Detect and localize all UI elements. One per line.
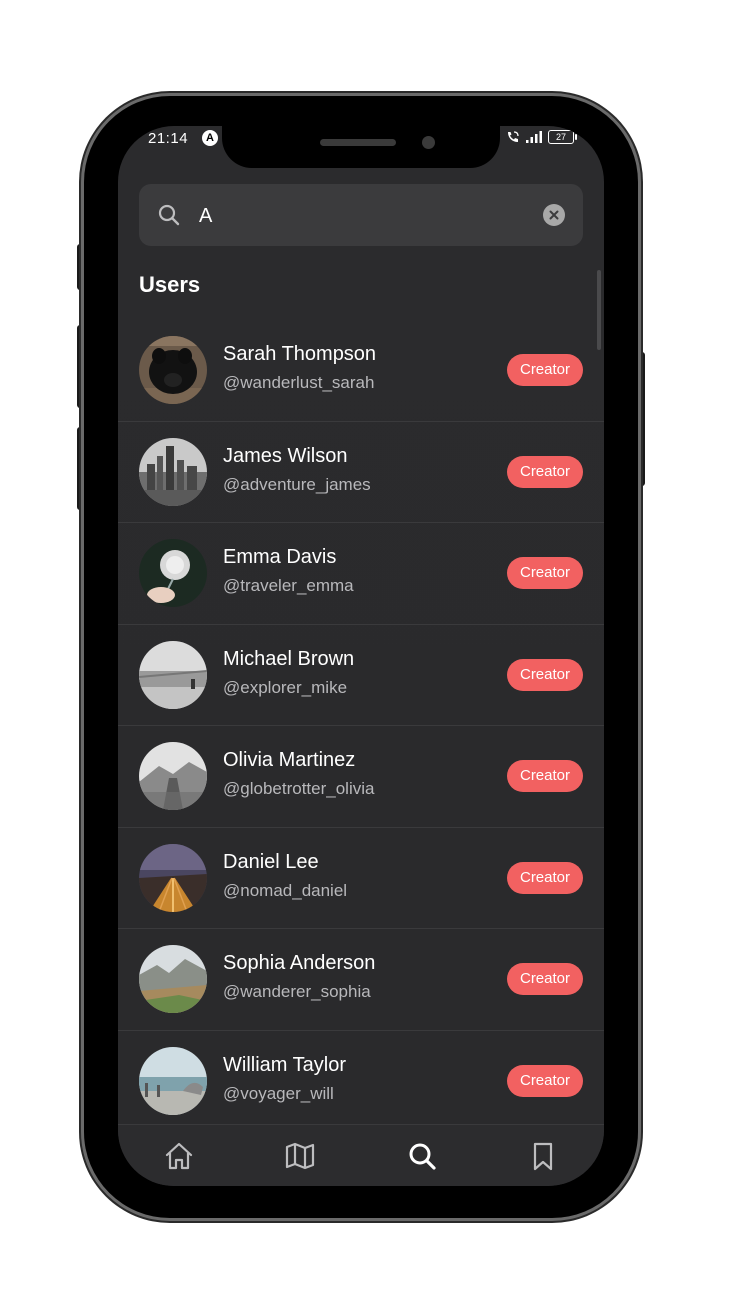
screen: 21:14 A 27 A Users Sarah Thompson @wande… [118, 126, 604, 1186]
avatar [139, 1046, 207, 1115]
user-name: James Wilson [223, 444, 348, 467]
user-name: Michael Brown [223, 647, 355, 670]
stage: 21:14 A 27 A Users Sarah Thompson @wande… [0, 0, 739, 1314]
close-icon [549, 210, 559, 220]
user-handle: @wanderlust_sarah [223, 373, 375, 392]
bookmark-icon [534, 1142, 553, 1170]
user-row[interactable]: Sophia Anderson @wanderer_sophia Creator [118, 929, 604, 1031]
avatar [139, 336, 207, 404]
user-handle: @nomad_daniel [223, 880, 348, 900]
clear-search-button[interactable] [543, 204, 565, 226]
user-name: William Taylor [223, 1053, 346, 1076]
user-row[interactable]: William Taylor @voyager_will Creator [118, 1031, 604, 1132]
user-list: Sarah Thompson @wanderlust_sarah Creator [118, 320, 604, 1132]
user-row[interactable]: Michael Brown @explorer_mike Creator [118, 625, 604, 726]
user-handle: @wanderer_sophia [223, 982, 371, 1001]
user-row[interactable]: Sarah Thompson @wanderlust_sarah Creator [118, 320, 604, 422]
app-indicator-icon: A [202, 130, 218, 146]
avatar [139, 539, 207, 607]
user-handle: @globetrotter_olivia [223, 779, 375, 798]
user-row[interactable]: Olivia Martinez @globetrotter_olivia Cre… [118, 726, 604, 828]
avatar [139, 640, 207, 709]
notch [222, 126, 500, 168]
user-name: Sarah Thompson [223, 343, 377, 365]
avatar [139, 843, 207, 912]
signal-icon [526, 131, 542, 143]
search-icon [158, 204, 180, 226]
user-name: Olivia Martinez [223, 749, 356, 771]
user-handle: @voyager_will [223, 1083, 334, 1103]
creator-badge: Creator [507, 658, 583, 691]
user-handle: @traveler_emma [223, 576, 354, 595]
bottom-nav [118, 1124, 604, 1186]
creator-badge: Creator [507, 1064, 583, 1097]
power-button [637, 352, 645, 486]
front-camera [422, 136, 435, 149]
nav-bookmarks[interactable] [513, 1136, 573, 1176]
user-handle: @adventure_james [223, 474, 371, 494]
creator-badge: Creator [507, 354, 583, 386]
user-name: Emma Davis [223, 546, 337, 568]
search-bar[interactable] [139, 184, 583, 246]
call-wifi-icon [508, 131, 519, 142]
nav-map[interactable] [270, 1136, 330, 1176]
creator-badge: Creator [507, 455, 583, 488]
user-row[interactable]: Emma Davis @traveler_emma Creator [118, 523, 604, 625]
avatar [139, 945, 207, 1013]
speaker [320, 139, 396, 146]
home-icon [165, 1142, 192, 1169]
user-row[interactable]: James Wilson @adventure_james Creator [118, 422, 604, 523]
user-name: Daniel Lee [223, 850, 319, 873]
avatar [139, 742, 207, 810]
nav-home[interactable] [149, 1136, 209, 1176]
search-icon [409, 1143, 436, 1170]
section-title: Users [139, 272, 201, 297]
status-time: 21:14 [148, 130, 189, 147]
user-handle: @explorer_mike [223, 677, 348, 697]
creator-badge: Creator [507, 760, 583, 792]
search-input[interactable] [197, 198, 521, 234]
battery-icon: 27 [548, 130, 577, 144]
status-icons: 27 [506, 130, 577, 144]
map-icon [286, 1142, 315, 1169]
nav-search[interactable] [392, 1136, 452, 1176]
user-name: Sophia Anderson [223, 952, 376, 974]
creator-badge: Creator [507, 861, 583, 894]
avatar [139, 437, 207, 506]
creator-badge: Creator [507, 963, 583, 995]
creator-badge: Creator [507, 557, 583, 589]
user-row[interactable]: Daniel Lee @nomad_daniel Creator [118, 828, 604, 929]
